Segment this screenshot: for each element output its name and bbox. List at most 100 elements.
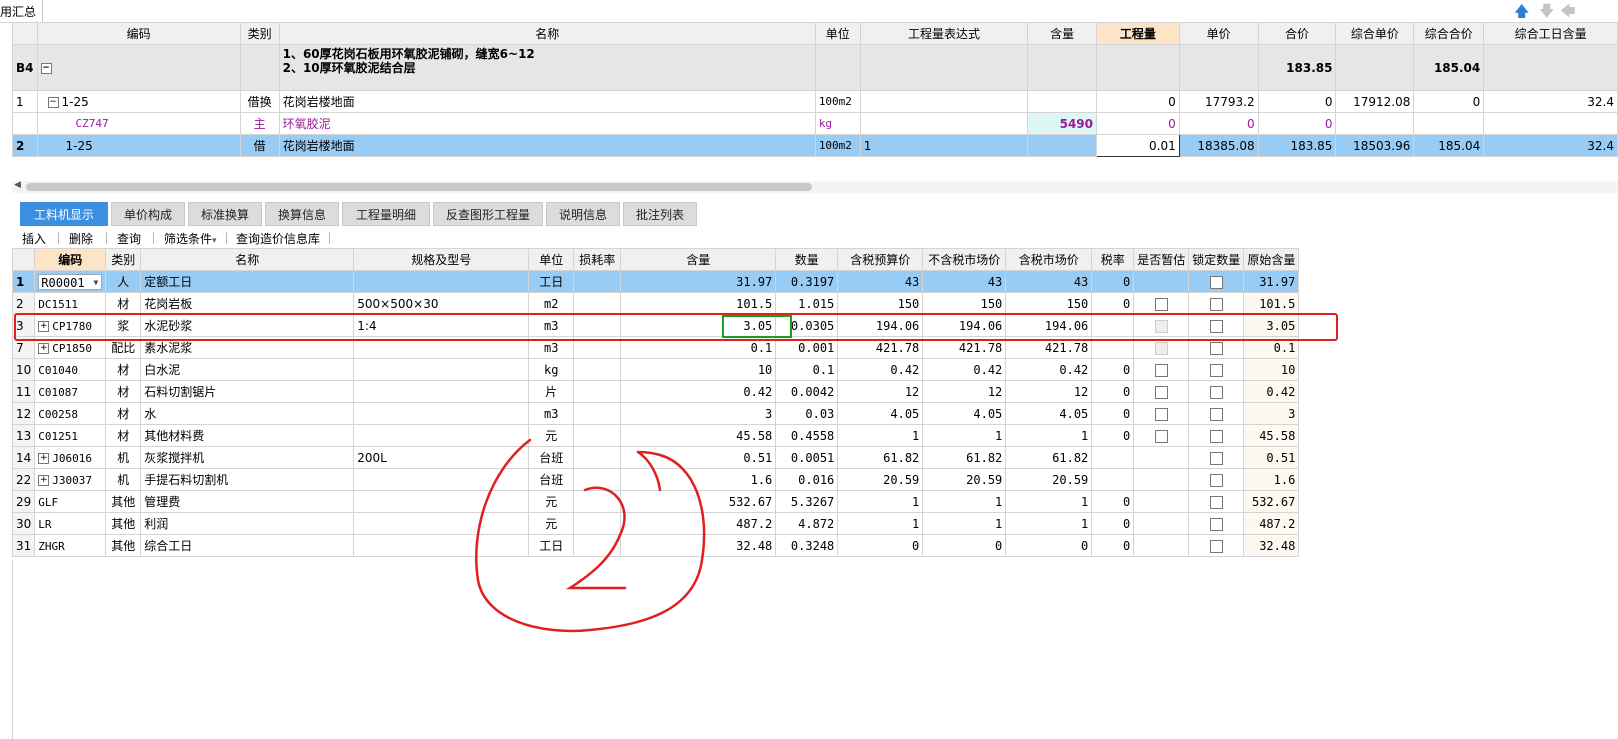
material-tax-budget-price[interactable]: 43 [837,270,924,293]
material-spec[interactable] [353,336,530,359]
material-tax-budget-price[interactable]: 0.42 [837,358,924,381]
quota-code[interactable]: 1-25 [36,134,241,157]
material-quantity[interactable]: 0.3248 [775,534,839,557]
material-type[interactable]: 主 [239,112,280,135]
material-spec[interactable] [353,468,530,491]
material-quantity[interactable]: 0.0051 [775,446,839,469]
material-code[interactable]: + J30037 [34,468,107,491]
material-content[interactable]: 32.48 [620,534,777,557]
material-spec[interactable] [353,424,530,447]
material-tax-market-price[interactable]: 12 [1005,380,1093,403]
material-unit[interactable]: 台班 [528,446,575,469]
query-button[interactable]: 查询 [117,230,141,247]
material-tax-rate[interactable]: 0 [1091,512,1135,535]
material-type[interactable]: 其他 [105,512,142,535]
material-notax-market-price[interactable]: 1 [922,512,1007,535]
material-quantity[interactable]: 0.03 [775,402,839,425]
material-tax-rate[interactable]: 0 [1091,270,1135,293]
material-content[interactable]: 532.67 [620,490,777,513]
col-tax-rate[interactable]: 税率 [1091,248,1135,271]
material-name[interactable]: 灰浆搅拌机 [140,446,355,469]
col-unit-price[interactable]: 单价 [1178,22,1259,45]
material-quantity[interactable]: 4.872 [775,512,839,535]
col-type[interactable]: 类别 [239,22,280,45]
col-name[interactable]: 名称 [140,248,355,271]
material-spec[interactable]: 1:4 [353,314,530,337]
material-spec[interactable] [353,380,530,403]
material-loss-rate[interactable] [573,512,622,535]
material-loss-rate[interactable] [573,314,622,337]
col-content[interactable]: 含量 [620,248,777,271]
material-content[interactable]: 0.1 [620,336,777,359]
material-type[interactable]: 机 [105,446,142,469]
material-row[interactable]: 11 C01087 材石料切割锯片片 0.42 0.0042 12 12 12 0 0.42 [11,380,1300,403]
material-content[interactable]: 0.42 [620,380,777,403]
lock-quantity-checkbox[interactable] [1209,407,1223,421]
material-tax-rate[interactable] [1091,446,1135,469]
col-unit[interactable]: 单位 [814,22,861,45]
material-type[interactable]: 浆 [105,314,142,337]
col-loss-rate[interactable]: 损耗率 [573,248,622,271]
material-quantity[interactable]: 0.0042 [775,380,839,403]
lock-quantity-checkbox[interactable] [1209,385,1223,399]
material-row[interactable]: 2 DC1511 材花岗岩板 500×500×30 m2 101.5 1.015 150 150… [11,292,1300,315]
material-code[interactable]: + J06016 [34,446,107,469]
material-tax-budget-price[interactable]: 12 [837,380,924,403]
material-name[interactable]: 其他材料费 [140,424,355,447]
material-type[interactable]: 人 [105,270,142,293]
material-tax-rate[interactable]: 0 [1091,534,1135,557]
material-row[interactable]: 29 GLF 其他 管理费元 532.67 5.3267 1 1 1 0 532.67 [11,490,1300,513]
material-loss-rate[interactable] [573,446,622,469]
material-content[interactable]: 0.51 [620,446,777,469]
estimate-checkbox[interactable] [1154,297,1168,311]
material-name[interactable]: 环氧胶泥 [278,112,816,135]
material-quantity[interactable]: 0.001 [775,336,839,359]
group-row[interactable]: B4 − 1、60厚花岗石板用环氧胶泥铺砌，缝宽6~12 2、10厚环氧胶泥结合… [12,44,1618,91]
material-spec[interactable] [353,512,530,535]
material-spec[interactable] [353,402,530,425]
quota-row[interactable]: 1 −1-25 借换 花岗岩楼地面 100m2 0 17793.2 0 1791… [12,90,1618,113]
material-quantity[interactable]: 0.016 [775,468,839,491]
tab-standard-conversion[interactable]: 标准换算 [188,202,262,226]
expand-icon[interactable]: + [38,342,50,354]
material-row[interactable]: 1 R00001 ▼ 人定额工日 工日 31.97 0.3197 43 43 43 0 31.97 [11,270,1300,293]
tab-annotations[interactable]: 批注列表 [623,202,697,226]
summary-tab-label[interactable]: 用汇总 [0,3,36,20]
material-subrow[interactable]: CZ747 主 环氧胶泥 kg 5490 0 0 0 [12,112,1618,135]
horizontal-scrollbar[interactable]: ◀ [12,180,1618,193]
quota-content[interactable] [1027,90,1097,113]
material-row[interactable]: 13 C01251 材其他材料费元 45.58 0.4558 1 1 1 0 45.58 [11,424,1300,447]
material-type[interactable]: 其他 [105,534,142,557]
quota-unit[interactable]: 100m2 [814,134,861,157]
material-tax-market-price[interactable]: 0 [1005,534,1093,557]
lock-quantity-checkbox[interactable] [1209,539,1223,553]
material-type[interactable]: 材 [105,292,142,315]
col-is-estimate[interactable]: 是否暂估 [1133,248,1190,271]
col-original-content[interactable]: 原始含量 [1243,248,1300,271]
material-tax-rate[interactable]: 0 [1091,292,1135,315]
material-unit[interactable]: m2 [528,292,575,315]
material-notax-market-price[interactable]: 194.06 [922,314,1007,337]
material-code[interactable]: CZ747 [36,112,241,135]
material-qty[interactable]: 0 [1096,112,1180,135]
material-code[interactable]: LR [34,512,107,535]
material-notax-market-price[interactable]: 12 [922,380,1007,403]
material-spec[interactable] [353,534,530,557]
material-content[interactable]: 101.5 [620,292,777,315]
col-composite-total[interactable]: 综合合价 [1413,22,1485,45]
collapse-icon[interactable]: − [47,96,59,108]
material-row[interactable]: 22 + J30037 机手提石料切割机 台班 1.6 0.016 20.59 20.59 20.… [11,468,1300,491]
material-unit[interactable]: 台班 [528,468,575,491]
material-notax-market-price[interactable]: 1 [922,490,1007,513]
material-content[interactable]: 3 [620,402,777,425]
material-quantity[interactable]: 0.0305 [775,314,839,337]
material-content[interactable]: 31.97 [620,270,777,293]
material-unit[interactable]: kg [814,112,861,135]
material-name[interactable]: 石料切割锯片 [140,380,355,403]
material-name[interactable]: 水 [140,402,355,425]
quota-name[interactable]: 花岗岩楼地面 [278,134,816,157]
lock-quantity-checkbox[interactable] [1209,517,1223,531]
quota-expr[interactable] [859,90,1029,113]
material-tax-budget-price[interactable]: 1 [837,512,924,535]
col-composite-unit-price[interactable]: 综合单价 [1335,22,1415,45]
